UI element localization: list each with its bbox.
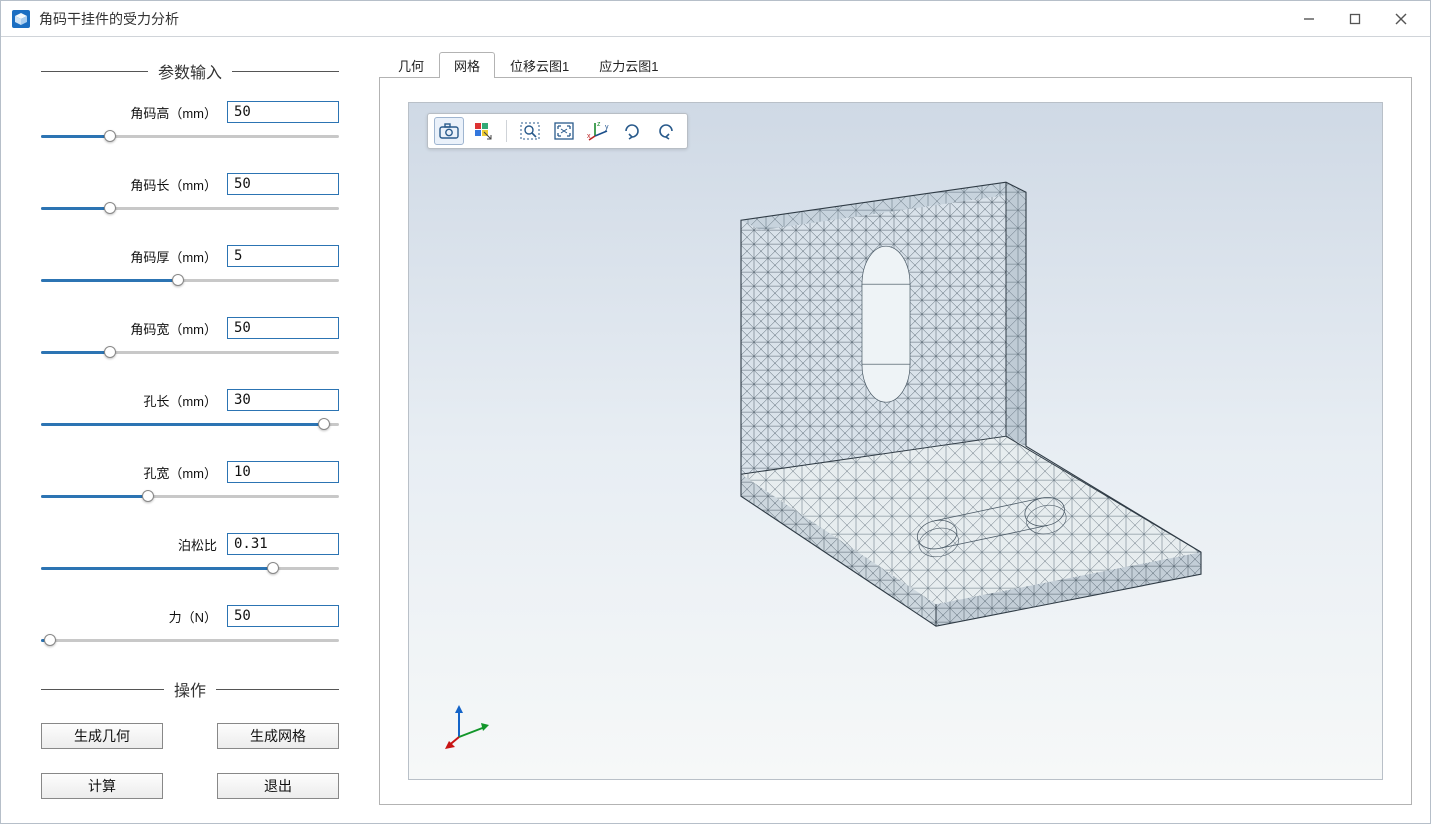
right-panel: 几何网格位移云图1应力云图1	[379, 37, 1430, 823]
param-input[interactable]	[227, 605, 339, 627]
param-slider[interactable]	[41, 417, 339, 433]
param-label: 泊松比	[178, 535, 217, 554]
svg-text:x: x	[587, 133, 591, 140]
param-row: 力（N）	[41, 605, 339, 649]
selection-mode-icon[interactable]	[468, 117, 498, 145]
param-slider[interactable]	[41, 489, 339, 505]
param-slider[interactable]	[41, 201, 339, 217]
param-row: 角码厚（mm）	[41, 245, 339, 289]
param-slider[interactable]	[41, 273, 339, 289]
titlebar: 角码干挂件的受力分析	[1, 1, 1430, 37]
viewport-3d[interactable]: z y x	[408, 102, 1383, 780]
app-window: 角码干挂件的受力分析 参数输入 角码高（mm）	[0, 0, 1431, 824]
param-input[interactable]	[227, 173, 339, 195]
param-input[interactable]	[227, 245, 339, 267]
axes-icon[interactable]: z y x	[583, 117, 613, 145]
param-slider[interactable]	[41, 633, 339, 649]
canvas-frame: z y x	[379, 77, 1412, 805]
param-label: 力（N）	[169, 607, 217, 626]
maximize-button[interactable]	[1332, 3, 1378, 35]
tab-3[interactable]: 应力云图1	[584, 52, 673, 78]
minimize-button[interactable]	[1286, 3, 1332, 35]
compute-button[interactable]: 计算	[41, 773, 163, 799]
param-row: 泊松比	[41, 533, 339, 577]
param-label: 孔长（mm）	[143, 391, 217, 410]
param-input[interactable]	[227, 389, 339, 411]
exit-button[interactable]: 退出	[217, 773, 339, 799]
actions-header-label: 操作	[164, 677, 216, 701]
tab-1[interactable]: 网格	[439, 52, 495, 78]
rotate-ccw-icon[interactable]	[651, 117, 681, 145]
param-row: 角码宽（mm）	[41, 317, 339, 361]
generate-mesh-button[interactable]: 生成网格	[217, 723, 339, 749]
param-row: 孔宽（mm）	[41, 461, 339, 505]
params-section-header: 参数输入	[41, 59, 339, 83]
param-row: 角码长（mm）	[41, 173, 339, 217]
param-input[interactable]	[227, 317, 339, 339]
rotate-cw-icon[interactable]	[617, 117, 647, 145]
app-icon	[11, 9, 31, 29]
generate-geometry-button[interactable]: 生成几何	[41, 723, 163, 749]
tab-0[interactable]: 几何	[383, 52, 439, 78]
param-row: 孔长（mm）	[41, 389, 339, 433]
param-input[interactable]	[227, 101, 339, 123]
window-title: 角码干挂件的受力分析	[39, 9, 179, 29]
close-button[interactable]	[1378, 3, 1424, 35]
view-toolbar: z y x	[427, 113, 688, 149]
tab-2[interactable]: 位移云图1	[495, 52, 584, 78]
param-slider[interactable]	[41, 129, 339, 145]
param-row: 角码高（mm）	[41, 101, 339, 145]
param-label: 角码高（mm）	[130, 103, 217, 122]
param-slider[interactable]	[41, 561, 339, 577]
param-label: 孔宽（mm）	[143, 463, 217, 482]
svg-text:y: y	[605, 124, 609, 131]
zoom-extents-icon[interactable]	[549, 117, 579, 145]
mesh-model	[586, 174, 1206, 754]
param-label: 角码长（mm）	[130, 175, 217, 194]
param-input[interactable]	[227, 533, 339, 555]
camera-icon[interactable]	[434, 117, 464, 145]
actions-section-header: 操作	[41, 677, 339, 701]
svg-text:z: z	[597, 121, 601, 128]
axis-triad-icon	[445, 703, 491, 749]
params-header-label: 参数输入	[148, 59, 232, 83]
param-label: 角码宽（mm）	[130, 319, 217, 338]
tab-bar: 几何网格位移云图1应力云图1	[379, 49, 1412, 77]
param-input[interactable]	[227, 461, 339, 483]
left-panel: 参数输入 角码高（mm） 角码长（mm） 角码厚（mm）	[1, 37, 379, 823]
zoom-box-icon[interactable]	[515, 117, 545, 145]
param-label: 角码厚（mm）	[130, 247, 217, 266]
param-slider[interactable]	[41, 345, 339, 361]
